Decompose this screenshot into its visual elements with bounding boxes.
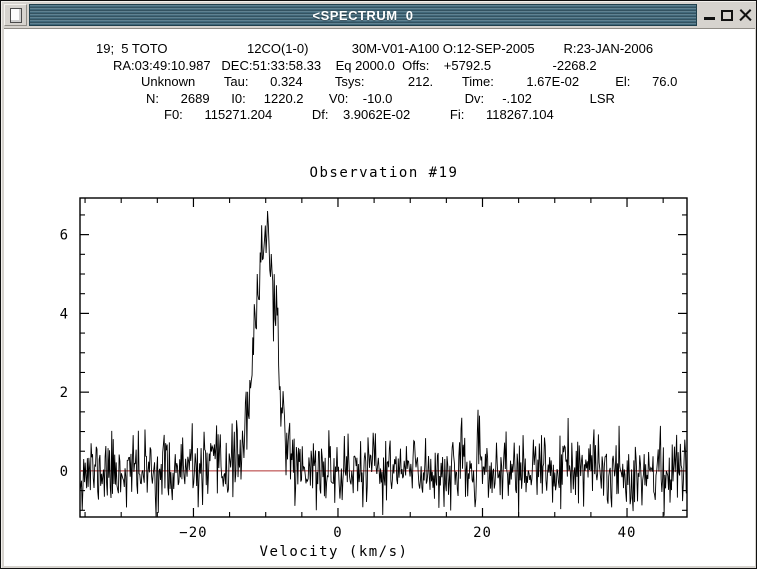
svg-text:−20: −20 <box>179 525 207 541</box>
minimize-icon <box>704 17 715 20</box>
title-bar[interactable]: <SPECTRUM 0 <box>4 4 753 26</box>
svg-text:20: 20 <box>473 525 492 541</box>
title-bar-strip[interactable]: <SPECTRUM 0 <box>29 4 697 26</box>
svg-text:40: 40 <box>618 525 637 541</box>
svg-text:4: 4 <box>60 306 68 322</box>
spectrum-window: <SPECTRUM 0 19; 5 TOTO 12CO(1-0) 30M-V01… <box>0 0 757 569</box>
svg-text:0: 0 <box>333 525 342 541</box>
svg-text:6: 6 <box>60 228 68 244</box>
client-area: 19; 5 TOTO 12CO(1-0) 30M-V01-A100 O:12-S… <box>4 28 755 566</box>
close-icon <box>739 9 752 22</box>
document-icon <box>10 8 22 23</box>
svg-text:2: 2 <box>60 385 68 401</box>
maximize-icon <box>721 10 733 21</box>
maximize-button[interactable] <box>719 6 735 24</box>
header-line-calibration: Unknown Tau: 0.324 Tsys: 212. Time: 1.67… <box>141 75 677 89</box>
header-line-channels: N: 2689 I0: 1220.2 V0: -10.0 Dv: -.102 L… <box>146 92 615 106</box>
close-button[interactable] <box>737 6 753 24</box>
window-controls <box>697 4 753 26</box>
svg-text:0: 0 <box>60 464 68 480</box>
x-axis-label: Velocity (km/s) <box>260 544 409 560</box>
plot-title: Observation #19 <box>310 165 459 181</box>
window-title: <SPECTRUM 0 <box>313 8 414 23</box>
window-menu-button[interactable] <box>4 4 27 26</box>
header-line-scan: 19; 5 TOTO 12CO(1-0) 30M-V01-A100 O:12-S… <box>96 42 653 56</box>
header-line-coords: RA:03:49:10.987 DEC:51:33:58.33 Eq 2000.… <box>113 59 597 73</box>
minimize-button[interactable] <box>701 6 717 24</box>
header-line-frequencies: F0: 115271.204 Df: 3.9062E-02 Fi: 118267… <box>164 108 554 122</box>
